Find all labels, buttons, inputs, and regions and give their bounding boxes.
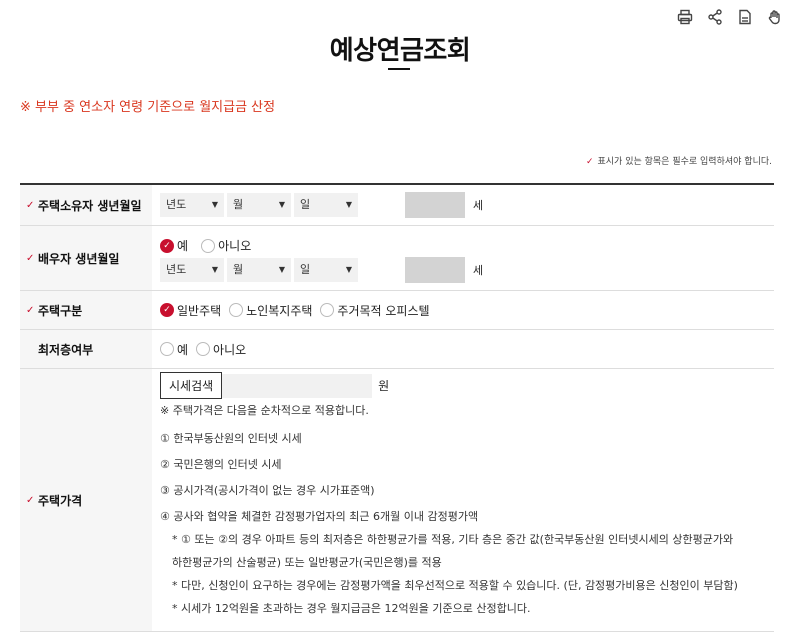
print-icon[interactable] [676,8,694,26]
owner-month-value: 월 [233,198,244,211]
lowest-floor-yes-radio[interactable]: 예 [160,341,188,358]
house-type-label-text: 주택구분 [38,303,83,318]
house-type-general-radio[interactable]: ✓ 일반주택 [160,302,221,319]
spouse-month-value: 월 [233,263,244,276]
house-type-general-label: 일반주택 [177,303,222,318]
spouse-year-value: 년도 [166,263,187,276]
lowest-floor-no-radio[interactable]: 아니오 [196,341,246,358]
price-rule-line: ② 국민은행의 인터넷 시세 [160,458,282,471]
owner-day-select[interactable]: 일 ▼ [294,193,358,217]
lowest-floor-field: 예 아니오 [152,330,774,368]
required-hint-text: 표시가 있는 항목은 필수로 입력하셔야 합니다. [597,157,773,167]
house-type-officetel-label: 주거목적 오피스텔 [337,303,430,318]
lowest-floor-label: 최저층여부 [20,330,152,368]
price-rule-line: ④ 공사와 협약을 체결한 감정평가업자의 최근 6개월 이내 감정평가액 [160,510,479,523]
row-lowest-floor: 최저층여부 예 아니오 [20,330,774,369]
price-rule-line: * ① 또는 ②의 경우 아파트 등의 최저층은 하한평균가를 적용, 기타 층… [172,533,734,546]
spouse-day-value: 일 [300,263,311,276]
house-type-senior-label: 노인복지주택 [246,303,313,318]
price-unit: 원 [378,379,390,393]
spouse-age-box [405,257,465,283]
radio-circle [196,342,211,356]
check-icon: ✓ [160,238,174,253]
radio-circle [201,238,216,253]
house-price-label: ✓ 주택가격 [20,369,152,631]
row-owner-birth: ✓ 주택소유자 생년월일 년도 ▼ 월 ▼ 일 ▼ 세 [20,185,774,226]
spouse-no-radio[interactable]: 아니오 [201,237,251,254]
required-check-icon: ✓ [26,199,35,211]
price-rule-line: ※ 주택가격은 다음을 순차적으로 적용합니다. [160,404,369,417]
price-search-button[interactable]: 시세검색 [160,372,223,399]
owner-birth-label: ✓ 주택소유자 생년월일 [20,185,152,225]
spouse-radio-group: ✓ 예 아니오 [160,235,259,254]
house-type-officetel-radio[interactable]: 주거목적 오피스텔 [320,302,430,319]
chevron-down-icon: ▼ [211,200,218,209]
chevron-down-icon: ▼ [211,265,218,274]
radio-circle [160,342,174,356]
spouse-birth-label: ✓ 배우자 생년월일 [20,226,152,290]
price-rule-line: 하한평균가의 산술평균) 또는 일반평균가(국민은행)를 적용 [172,556,442,569]
chevron-down-icon: ▼ [278,265,285,274]
owner-year-select[interactable]: 년도 ▼ [160,193,224,217]
required-check-icon: ✓ [26,494,35,506]
check-icon: ✓ [160,303,174,317]
spouse-year-select[interactable]: 년도 ▼ [160,258,224,282]
price-rule-line: * 다만, 신청인이 요구하는 경우에는 감정평가액을 최우선적으로 적용할 수… [172,579,738,592]
form-table: ✓ 주택소유자 생년월일 년도 ▼ 월 ▼ 일 ▼ 세 ✓ 배우자 생년월일 ✓ 예 아… [20,183,774,632]
radio-circle [229,303,244,317]
required-check-icon: ✓ [26,304,35,316]
spouse-age-unit: 세 [473,264,484,277]
spouse-day-select[interactable]: 일 ▼ [294,258,358,282]
owner-year-value: 년도 [166,198,187,211]
owner-birth-field: 년도 ▼ 월 ▼ 일 ▼ 세 [152,185,774,225]
lowest-floor-no-label: 아니오 [213,342,247,357]
row-house-price: ✓ 주택가격 시세검색 원 ※ 주택가격은 다음을 순차적으로 적용합니다. ① … [20,369,774,632]
house-type-field: ✓ 일반주택 노인복지주택 주거목적 오피스텔 [152,291,774,329]
toolbar [676,8,784,26]
house-price-input[interactable] [222,373,373,398]
hand-icon[interactable] [766,8,784,26]
house-price-label-text: 주택가격 [38,493,83,508]
house-type-label: ✓ 주택구분 [20,291,152,329]
radio-circle [320,303,335,317]
owner-month-select[interactable]: 월 ▼ [227,193,291,217]
chevron-down-icon: ▼ [345,200,352,209]
price-rule-line: * 시세가 12억원을 초과하는 경우 월지급금은 12억원을 기준으로 산정합… [172,602,531,615]
owner-day-value: 일 [300,198,311,211]
owner-age-box [405,192,465,218]
row-house-type: ✓ 주택구분 ✓ 일반주택 노인복지주택 주거목적 오피스텔 [20,291,774,330]
lowest-floor-yes-label: 예 [177,342,189,357]
chevron-down-icon: ▼ [278,200,285,209]
spouse-date-group: 년도 ▼ 월 ▼ 일 ▼ 세 [160,257,483,283]
required-hint: ✓ 표시가 있는 항목은 필수로 입력하셔야 합니다. [586,154,772,167]
page-title: 예상연금조회 [329,36,471,66]
house-type-senior-radio[interactable]: 노인복지주택 [229,302,312,319]
spouse-birth-label-text: 배우자 생년월일 [38,251,120,266]
owner-birth-label-text: 주택소유자 생년월일 [38,198,142,213]
price-search-group: 시세검색 원 [160,372,389,399]
lowest-floor-label-text: 최저층여부 [38,342,94,357]
chevron-down-icon: ▼ [345,265,352,274]
spouse-month-select[interactable]: 월 ▼ [227,258,291,282]
row-spouse-birth: ✓ 배우자 생년월일 ✓ 예 아니오 년도 ▼ 월 ▼ 일 ▼ 세 [20,226,774,291]
spouse-yes-radio[interactable]: ✓ 예 [160,237,188,254]
share-icon[interactable] [706,8,724,26]
house-price-field: 시세검색 원 ※ 주택가격은 다음을 순차적으로 적용합니다. ① 한국부동산원의… [152,369,774,631]
check-icon: ✓ [585,157,594,167]
price-rule-line: ③ 공시가격(공시가격이 없는 경우 시가표준액) [160,484,375,497]
title-underline [388,68,410,70]
spouse-yes-label: 예 [177,239,189,253]
notice-text: ※ 부부 중 연소자 연령 기준으로 월지급금 산정 [20,100,276,115]
spouse-no-label: 아니오 [218,239,252,253]
price-rule-line: ① 한국부동산원의 인터넷 시세 [160,432,302,445]
required-check-icon: ✓ [26,252,35,264]
bookmark-icon[interactable] [736,8,754,26]
spouse-birth-field: ✓ 예 아니오 년도 ▼ 월 ▼ 일 ▼ 세 [152,226,774,290]
owner-age-unit: 세 [473,199,484,212]
